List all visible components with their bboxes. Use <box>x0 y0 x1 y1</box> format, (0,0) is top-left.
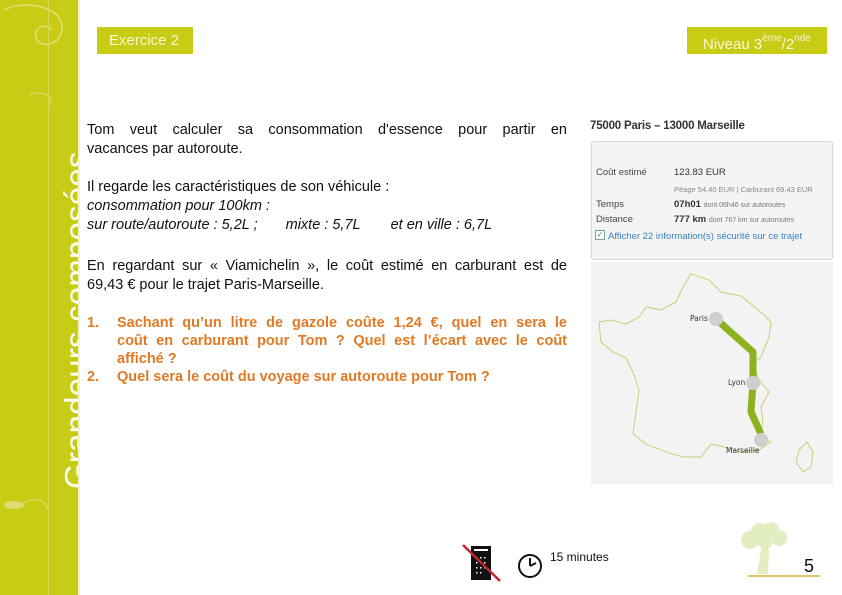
sidebar: Grandeurs composées <box>0 0 80 595</box>
cost-detail: Péage 54.40 EUR | Carburant 69.43 EUR <box>674 185 813 194</box>
consumption-heading: consommation pour 100km : <box>87 198 270 214</box>
question-1-line-1: Sachant qu’un litre de gazole coûte 1,24… <box>117 315 567 331</box>
safety-info-link[interactable]: Afficher 22 information(s) sécurité sur … <box>608 231 802 242</box>
france-map-outline <box>598 273 814 473</box>
level-text: Niveau 3 <box>703 36 763 53</box>
consumption-route: sur route/autoroute : 5,2L ; <box>87 217 258 233</box>
cost-label: Coût estimé <box>596 167 647 178</box>
question-list: 1. Sachant qu’un litre de gazole coûte 1… <box>87 314 567 386</box>
page-number: 5 <box>804 556 815 576</box>
consumption-mixte: mixte : 5,7L <box>285 217 361 233</box>
intro-line-2: vacances par autoroute. <box>87 141 243 157</box>
time-label: Temps <box>596 199 624 210</box>
question-number: 1. <box>87 315 100 331</box>
intro-line-1: Tom veut calculer sa consommation d'esse… <box>87 122 567 138</box>
vehicle-line-1: Il regarde les caractéristiques de son v… <box>87 179 390 195</box>
level-badge: Niveau 3ème/2nde <box>687 27 827 54</box>
question-1-line-3: affiché ? <box>117 351 177 367</box>
city-label-lyon: Lyon <box>728 378 746 387</box>
france-outline <box>598 273 772 458</box>
route-summary-box: Coût estimé 123.83 EUR Péage 54.40 EUR |… <box>591 141 833 260</box>
time-row: 07h01 dont 06h46 sur autoroutes <box>674 199 785 210</box>
distance-row: 777 km dont 767 km sur autoroutes <box>674 214 794 225</box>
viamichelin-line-2: 69,43 € pour le trajet Paris-Marseille. <box>87 277 324 293</box>
tree-logo-icon <box>741 522 787 574</box>
distance-value: 777 km <box>674 214 707 225</box>
no-calculator-icon <box>462 544 501 582</box>
city-label-paris: Paris <box>690 314 708 323</box>
distance-label: Distance <box>596 214 633 225</box>
question-item: 2. Quel sera le coût du voyage sur autor… <box>87 368 567 386</box>
city-marker-marseille <box>754 433 768 447</box>
city-marker-lyon <box>746 376 760 390</box>
route-title: 75000 Paris – 13000 Marseille <box>590 120 745 132</box>
consumption-ville: et en ville : 6,7L <box>390 217 493 233</box>
level-sup-2: nde <box>794 33 811 44</box>
sidebar-divider <box>48 0 49 595</box>
city-label-marseille: Marseille <box>726 446 760 455</box>
vehicle-paragraph: Il regarde les caractéristiques de son v… <box>87 178 567 235</box>
question-2-line-1: Quel sera le coût du voyage sur autorout… <box>117 369 490 385</box>
city-marker-paris <box>709 312 723 326</box>
level-sep: /2 <box>781 36 795 53</box>
safety-info-toggle[interactable]: ✓ Afficher 22 information(s) sécurité sur… <box>595 230 802 242</box>
corsica-outline <box>795 441 814 473</box>
checkbox-checked-icon[interactable]: ✓ <box>595 230 605 241</box>
section-title: Grandeurs composées <box>58 151 80 489</box>
time-detail: dont 06h46 sur autoroutes <box>703 202 786 209</box>
route-map: Paris Lyon Marseille <box>591 262 833 484</box>
time-value: 07h01 <box>674 199 701 210</box>
exercise-badge: Exercice 2 <box>97 27 193 54</box>
intro-paragraph: Tom veut calculer sa consommation d'esse… <box>87 121 567 159</box>
question-item: 1. Sachant qu’un litre de gazole coûte 1… <box>87 314 567 368</box>
duration-label: 15 minutes <box>550 550 609 564</box>
distance-detail: dont 767 km sur autoroutes <box>708 217 795 224</box>
cost-value: 123.83 EUR <box>674 167 726 178</box>
clock-icon <box>518 554 542 578</box>
level-sup-1: ème <box>762 33 782 44</box>
question-number: 2. <box>87 369 100 385</box>
viamichelin-line-1: En regardant sur « Viamichelin », le coû… <box>87 258 567 274</box>
viamichelin-paragraph: En regardant sur « Viamichelin », le coû… <box>87 257 567 295</box>
question-1-line-2: coût en carburant pour Tom ? Quel est l’… <box>117 333 567 349</box>
